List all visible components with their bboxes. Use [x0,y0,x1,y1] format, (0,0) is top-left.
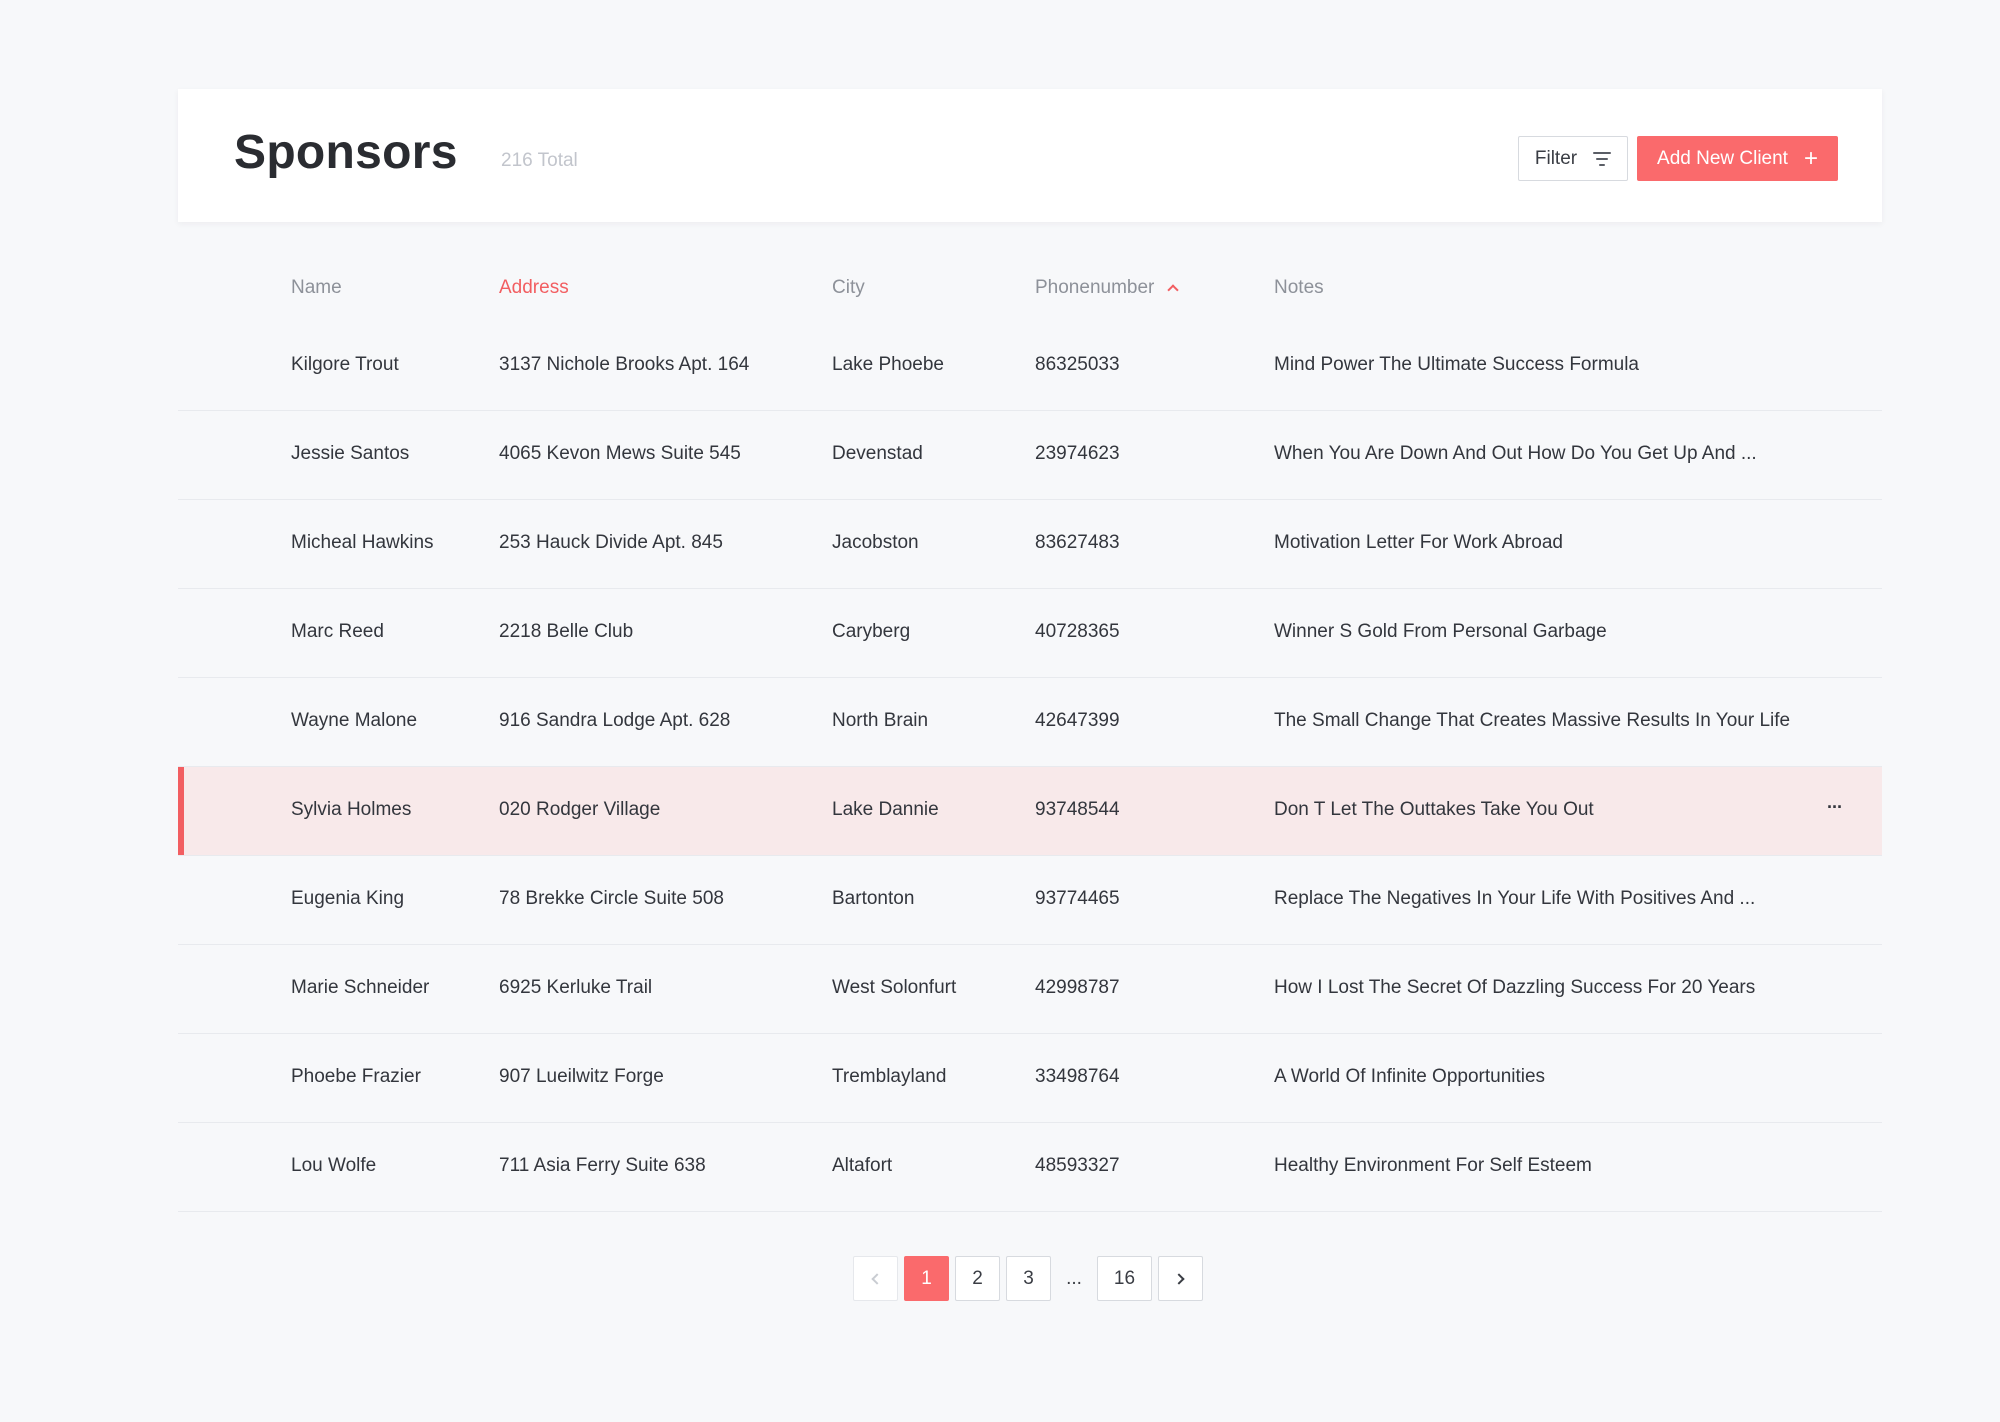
cell-city: North Brain [832,710,929,731]
page-button-2[interactable]: 2 [955,1256,1000,1301]
sponsors-page: Sponsors 216 Total Filter Add New Client… [0,0,2000,1422]
pagination-ellipsis: ... [1066,1267,1082,1289]
table-row[interactable]: Lou Wolfe 711 Asia Ferry Suite 638 Altaf… [178,1123,1882,1212]
sponsors-table: Name Address City Phonenumber Notes Kilg… [178,255,1882,1212]
table-row[interactable]: Micheal Hawkins 253 Hauck Divide Apt. 84… [178,500,1882,589]
cell-name: Micheal Hawkins [291,532,434,553]
cell-notes: Healthy Environment For Self Esteem [1274,1155,1592,1176]
cell-city: Jacobston [832,532,919,553]
cell-notes: When You Are Down And Out How Do You Get… [1274,443,1757,464]
cell-name: Eugenia King [291,888,405,909]
cell-phonenumber: 48593327 [1035,1155,1120,1176]
total-count: 216 Total [501,150,578,171]
cell-name: Wayne Malone [291,710,418,731]
cell-notes: Don T Let The Outtakes Take You Out [1274,799,1594,820]
column-header-address[interactable]: Address [499,277,569,299]
cell-phonenumber: 93748544 [1035,799,1120,820]
cell-notes: The Small Change That Creates Massive Re… [1274,710,1791,731]
cell-phonenumber: 93774465 [1035,888,1120,909]
cell-notes: A World Of Infinite Opportunities [1274,1066,1546,1087]
page-title: Sponsors [234,126,458,179]
cell-city: Caryberg [832,621,911,642]
cell-name: Kilgore Trout [291,354,399,375]
plus-icon: + [1803,144,1818,172]
page-button-3[interactable]: 3 [1006,1256,1051,1301]
chevron-left-icon [871,1272,883,1285]
sort-ascending-icon[interactable] [1166,281,1180,295]
cell-address: 253 Hauck Divide Apt. 845 [499,532,723,553]
cell-phonenumber: 83627483 [1035,532,1120,553]
cell-phonenumber: 40728365 [1035,621,1120,642]
table-row[interactable]: Phoebe Frazier 907 Lueilwitz Forge Tremb… [178,1034,1882,1123]
column-header-name-label: Name [291,277,342,298]
cell-name: Marie Schneider [291,977,430,998]
column-header-notes[interactable]: Notes [1274,277,1324,299]
cell-city: Devenstad [832,443,923,464]
filter-button[interactable]: Filter [1518,136,1628,181]
cell-name: Marc Reed [291,621,384,642]
add-new-client-label: Add New Client [1657,147,1788,169]
table-row[interactable]: Jessie Santos 4065 Kevon Mews Suite 545 … [178,411,1882,500]
more-options-icon[interactable]: ··· [1827,797,1843,818]
cell-city: Altafort [832,1155,893,1176]
cell-city: Bartonton [832,888,915,909]
cell-notes: Winner S Gold From Personal Garbage [1274,621,1607,642]
table-row[interactable]: Marie Schneider 6925 Kerluke Trail West … [178,945,1882,1034]
cell-phonenumber: 42998787 [1035,977,1120,998]
cell-name: Lou Wolfe [291,1155,377,1176]
add-new-client-button[interactable]: Add New Client + [1637,136,1838,181]
cell-city: Lake Phoebe [832,354,944,375]
cell-phonenumber: 33498764 [1035,1066,1120,1087]
page-button-last[interactable]: 16 [1097,1256,1152,1301]
cell-phonenumber: 23974623 [1035,443,1120,464]
cell-notes: Replace The Negatives In Your Life With … [1274,888,1756,909]
cell-address: 6925 Kerluke Trail [499,977,653,998]
chevron-right-icon [1173,1272,1185,1285]
page-header: Sponsors 216 Total Filter Add New Client… [178,89,1882,222]
filter-icon [1593,151,1612,166]
table-row[interactable]: Eugenia King 78 Brekke Circle Suite 508 … [178,856,1882,945]
pagination: 1 2 3 ... 16 [853,1256,1203,1301]
cell-name: Sylvia Holmes [291,799,412,820]
table-header: Name Address City Phonenumber Notes [178,255,1882,322]
column-header-notes-label: Notes [1274,277,1324,298]
previous-page-button[interactable] [853,1256,898,1301]
table-row[interactable]: Wayne Malone 916 Sandra Lodge Apt. 628 N… [178,678,1882,767]
column-header-address-label: Address [499,277,569,298]
table-row[interactable]: Kilgore Trout 3137 Nichole Brooks Apt. 1… [178,322,1882,411]
column-header-city-label: City [832,277,865,298]
cell-address: 3137 Nichole Brooks Apt. 164 [499,354,750,375]
table-row-selected[interactable]: Sylvia Holmes 020 Rodger Village Lake Da… [178,767,1882,856]
cell-address: 4065 Kevon Mews Suite 545 [499,443,741,464]
cell-address: 907 Lueilwitz Forge [499,1066,664,1087]
column-header-phonenumber-label: Phonenumber [1035,277,1155,298]
cell-name: Phoebe Frazier [291,1066,421,1087]
cell-city: West Solonfurt [832,977,957,998]
cell-phonenumber: 42647399 [1035,710,1120,731]
table-row[interactable]: Marc Reed 2218 Belle Club Caryberg 40728… [178,589,1882,678]
cell-notes: Motivation Letter For Work Abroad [1274,532,1563,553]
cell-address: 2218 Belle Club [499,621,634,642]
cell-address: 020 Rodger Village [499,799,661,820]
filter-button-label: Filter [1534,147,1578,169]
cell-notes: Mind Power The Ultimate Success Formula [1274,354,1639,375]
cell-address: 916 Sandra Lodge Apt. 628 [499,710,731,731]
column-header-phonenumber[interactable]: Phonenumber [1035,277,1180,299]
cell-city: Tremblayland [832,1066,947,1087]
cell-name: Jessie Santos [291,443,410,464]
cell-address: 711 Asia Ferry Suite 638 [499,1155,706,1176]
page-button-1[interactable]: 1 [904,1256,949,1301]
next-page-button[interactable] [1158,1256,1203,1301]
cell-notes: How I Lost The Secret Of Dazzling Succes… [1274,977,1756,998]
cell-city: Lake Dannie [832,799,939,820]
cell-phonenumber: 86325033 [1035,354,1120,375]
column-header-city[interactable]: City [832,277,865,299]
column-header-name[interactable]: Name [291,277,342,299]
cell-address: 78 Brekke Circle Suite 508 [499,888,724,909]
